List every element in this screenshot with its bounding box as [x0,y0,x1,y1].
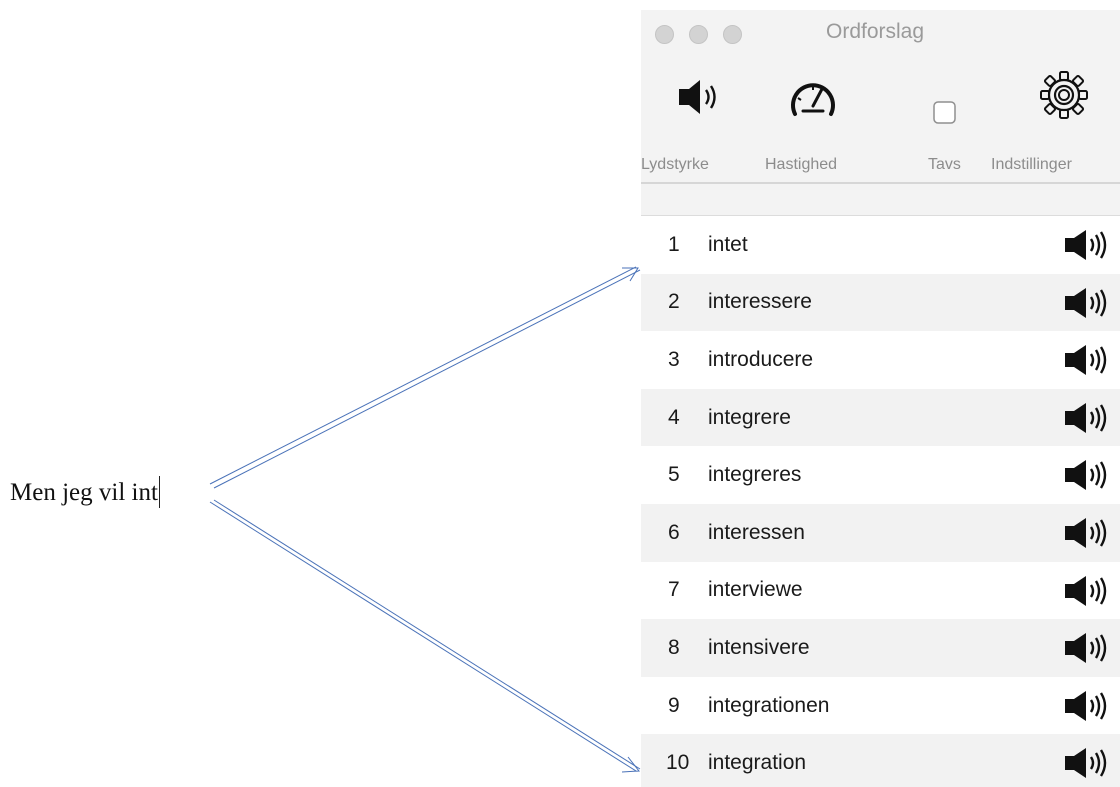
suggestion-word: interessere [708,290,812,314]
arrow-to-first-suggestion [209,266,637,485]
suggestion-word: intet [708,232,748,256]
suggestion-number: 4 [668,405,680,429]
speaker-icon[interactable] [1061,517,1113,555]
toolbar-mute-toggle[interactable]: Tavs [911,58,981,184]
suggestion-row[interactable]: 8 intensivere [641,619,1120,677]
speaker-icon[interactable] [1061,287,1113,325]
speaker-icon[interactable] [1061,690,1113,728]
suggestion-word: interessen [708,520,805,544]
suggestion-word: intensivere [708,635,810,659]
suggestion-word: interviewe [708,578,803,602]
speaker-icon[interactable] [1061,229,1113,267]
suggestion-row[interactable]: 4 integrere [641,388,1120,447]
suggestion-word: integrere [708,405,791,429]
suggestion-word: integration [708,751,807,775]
minimize-window-button[interactable] [689,25,708,44]
suggestion-word: introducere [708,347,814,371]
toolbar-volume-label: Lydstyrke [641,156,709,173]
title-bar[interactable]: Ordforslag [641,10,1120,58]
arrow-to-last-suggestion [209,501,637,772]
speaker-icon[interactable] [1061,459,1113,497]
suggestion-number: 10 [666,751,690,775]
suggestion-list: 1 intet 2 interessere 3 introducere 4 in… [641,215,1120,787]
speaker-icon [677,76,725,123]
toolbar-divider [641,182,1120,184]
toolbar: Lydstyrke Hastighed Tavs Indstillinger [641,58,1120,184]
suggestion-word: integreres [708,463,802,487]
suggestion-number: 3 [668,347,680,371]
suggestion-row[interactable]: 7 interviewe [641,562,1120,620]
toolbar-mute-label: Tavs [928,156,961,173]
zoom-window-button[interactable] [723,25,742,44]
toolbar-volume-button[interactable]: Lydstyrke [641,58,761,184]
suggestion-number: 7 [668,578,680,602]
suggestion-number: 6 [668,520,680,544]
speaker-icon[interactable] [1061,402,1113,440]
toolbar-speed-button[interactable]: Hastighed [761,58,876,184]
suggestion-row[interactable]: 5 integreres [641,446,1120,504]
toolbar-speed-label: Hastighed [765,156,838,173]
suggestion-word: integrationen [708,693,830,717]
suggestion-number: 8 [668,635,680,659]
ordforslag-window: Ordforslag Lydstyrke Hastighed Tavs Inds… [641,10,1120,787]
speaker-icon[interactable] [1061,632,1113,670]
suggestion-number: 1 [668,232,680,256]
speaker-icon[interactable] [1061,575,1113,613]
suggestion-number: 9 [668,693,680,717]
suggestion-row[interactable]: 3 introducere [641,331,1120,389]
suggestion-row[interactable]: 1 intet [641,216,1120,274]
window-title: Ordforslag [826,20,925,43]
suggestion-row[interactable]: 9 integrationen [641,677,1120,735]
toolbar-settings-label: Indstillinger [991,156,1072,173]
mute-checkbox[interactable] [933,101,957,130]
gear-icon [1039,70,1089,125]
suggestion-number: 2 [668,290,680,314]
speaker-icon[interactable] [1061,344,1113,382]
suggestion-row[interactable]: 6 interessen [641,503,1120,562]
speaker-icon[interactable] [1061,747,1113,785]
close-window-button[interactable] [655,25,674,44]
suggestion-row[interactable]: 10 integration [641,734,1120,787]
suggestion-number: 5 [668,463,680,487]
suggestion-row[interactable]: 2 interessere [641,273,1120,332]
toolbar-settings-button[interactable]: Indstillinger [991,58,1120,184]
speedometer-icon [786,76,840,125]
